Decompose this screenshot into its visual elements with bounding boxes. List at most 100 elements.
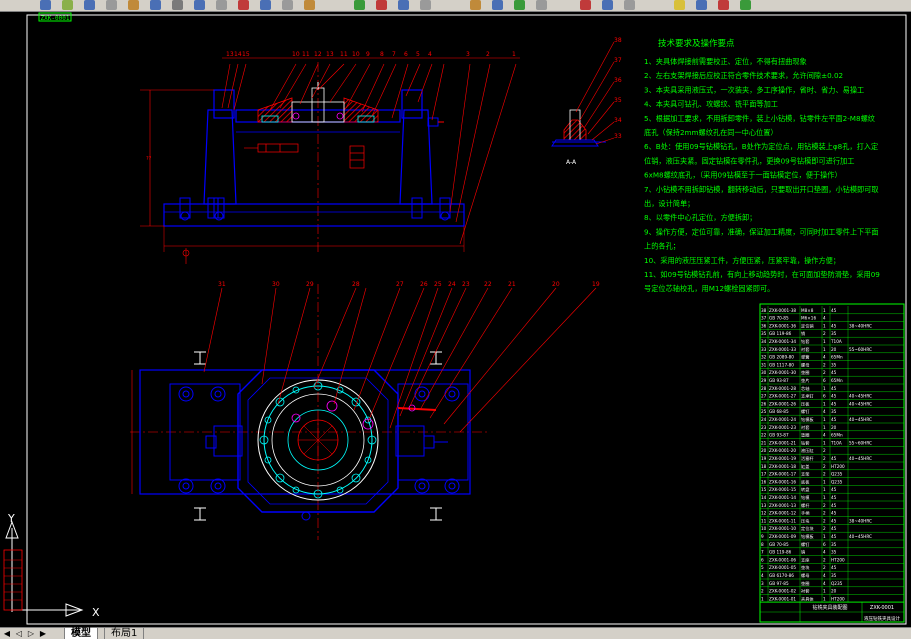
toolbar-button-15[interactable] [376,0,387,10]
tab-first-arrow-icon[interactable]: ◀ [2,629,12,639]
bom-cell: GB 6170-86 [769,573,794,578]
bom-cell: 垫圈 [801,580,809,587]
bom-cell: ZXK-0001-30 [769,370,796,375]
toolbar-button-19[interactable] [492,0,503,10]
tech-requirements: 技术要求及操作要点 1、夹具体焊接前需要校正、定位，不得有扭曲现象 2、左右支架焊… [644,38,880,293]
toolbar-button-10[interactable] [238,0,249,10]
svg-text:9: 9 [366,51,370,58]
toolbar-button-6[interactable] [150,0,161,10]
toolbar-button-3[interactable] [84,0,95,10]
bom-cell: 2 [761,589,764,594]
tech-line: 1、夹具体焊接前需要校正、定位，不得有扭曲现象 [644,57,807,66]
toolbar-button-25[interactable] [674,0,685,10]
bom-cell: 衬套 [801,346,810,353]
bom-cell: 40~45HRC [849,456,872,461]
bom-cell: HT200 [831,464,845,469]
toolbar-button-22[interactable] [580,0,591,10]
bom-cell: 35 [831,550,837,555]
tab-last-arrow-icon[interactable]: ▶ [38,629,48,639]
toolbar-button-11[interactable] [260,0,271,10]
bom-cell: 螺钉 [801,408,810,415]
toolbar-button-8[interactable] [194,0,205,10]
toolbar-button-24[interactable] [624,0,635,10]
bom-cell: 25 [761,409,767,414]
toolbar-button-27[interactable] [718,0,729,10]
tab-next-arrow-icon[interactable]: ▷ [26,629,36,639]
tab-prev-arrow-icon[interactable]: ◁ [14,629,24,639]
bom-cell: 17 [761,472,767,477]
bom-cell: ZXK-0001-27 [769,394,796,399]
toolbar-button-28[interactable] [740,0,751,10]
bom-cell: 45 [831,534,837,539]
toolbar-button-16[interactable] [398,0,409,10]
bom-cell: Q235 [831,581,843,586]
bom-cell: 31 [761,362,767,367]
bom-cell: 钻套 [801,439,810,446]
bom-cell: 38 [761,308,767,313]
bom-cell: GB 1117-80 [769,362,794,367]
toolbar-button-14[interactable] [354,0,365,10]
toolbar-button-9[interactable] [216,0,227,10]
toolbar-button-18[interactable] [470,0,481,10]
bom-cell: 30 [761,370,767,375]
tab-layout1[interactable]: 布局1 [104,628,145,639]
bom-cell: ZXK-0001-20 [769,448,796,453]
bom-cell: HT200 [831,596,845,601]
bom-cell: 支承钉 [801,393,814,400]
part-labels-bottom: 31 30 29 28 27 26 25 24 23 22 21 20 19 [218,281,600,288]
svg-text:25: 25 [434,281,442,288]
svg-text:24: 24 [448,281,456,288]
bom-cell: 4 [823,550,826,555]
bom-cell: GB 70-85 [769,316,789,321]
toolbar-button-23[interactable] [602,0,613,10]
svg-text:28: 28 [352,281,360,288]
bom-cell: GB 68-85 [769,409,789,414]
svg-text:11: 11 [302,51,310,58]
tech-line: 5、根据加工要求，不用拆卸零件，装上小钻模，钻零件左平面2-M8螺纹 [644,114,875,123]
bom-cell: Q235 [831,479,843,484]
bom-cell: Q235 [831,472,843,477]
bom-cell: 螺母 [801,361,809,368]
tab-model[interactable]: 模型 [64,628,98,639]
toolbar-button-12[interactable] [282,0,293,10]
bom-cell: 转盘 [801,486,809,493]
tech-line: 4、本夹具可钻孔、攻螺纹、铣平面等加工 [644,100,778,109]
bom-cell: 2 [823,557,826,562]
bom-cell: 压板 [801,400,810,407]
bom-cell: 45 [831,370,837,375]
toolbar-button-7[interactable] [172,0,183,10]
svg-text:26: 26 [420,281,428,288]
toolbar-button-26[interactable] [696,0,707,10]
toolbar-button-4[interactable] [106,0,117,10]
bom-cell: 1 [823,425,826,430]
bom-cell: 24 [761,417,767,422]
bom-cell: 2 [823,503,826,508]
toolbar-button-13[interactable] [304,0,315,10]
bom-cell: 45 [831,401,837,406]
bom-cell: 底板 [801,478,810,485]
bom-cell: 1 [761,596,764,601]
svg-text:15: 15 [242,51,250,58]
front-view: ?? 13 14 15 10 11 12 13 11 10 9 8 7 6 5 … [140,51,520,264]
bom-cell: 9 [761,534,764,539]
svg-text:30: 30 [272,281,280,288]
toolbar-button-2[interactable] [62,0,73,10]
drawing-canvas[interactable]: ZXK-0001 ?? 13 14 15 10 11 12 13 11 10 9… [0,12,911,627]
toolbar-button-5[interactable] [128,0,139,10]
bom-cell: 38~40HRC [849,518,872,523]
toolbar-button-1[interactable] [40,0,51,10]
bom-cell: 35 [831,362,837,367]
bom-cell: 34 [761,339,767,344]
bom-cell: ZXK-0001-19 [769,456,796,461]
bom-cell: 35 [831,573,837,578]
bom-cell: 2 [823,472,826,477]
bom-cell: 12 [761,511,767,516]
bom-cell: 销 [801,549,805,556]
bom-cell: 4 [823,409,826,414]
toolbar-button-21[interactable] [536,0,547,10]
toolbar-button-20[interactable] [514,0,525,10]
bom-cell: 15 [761,487,767,492]
bom-cell: 2 [823,448,826,453]
bom-cell: 垫片 [801,377,809,384]
toolbar-button-17[interactable] [420,0,431,10]
